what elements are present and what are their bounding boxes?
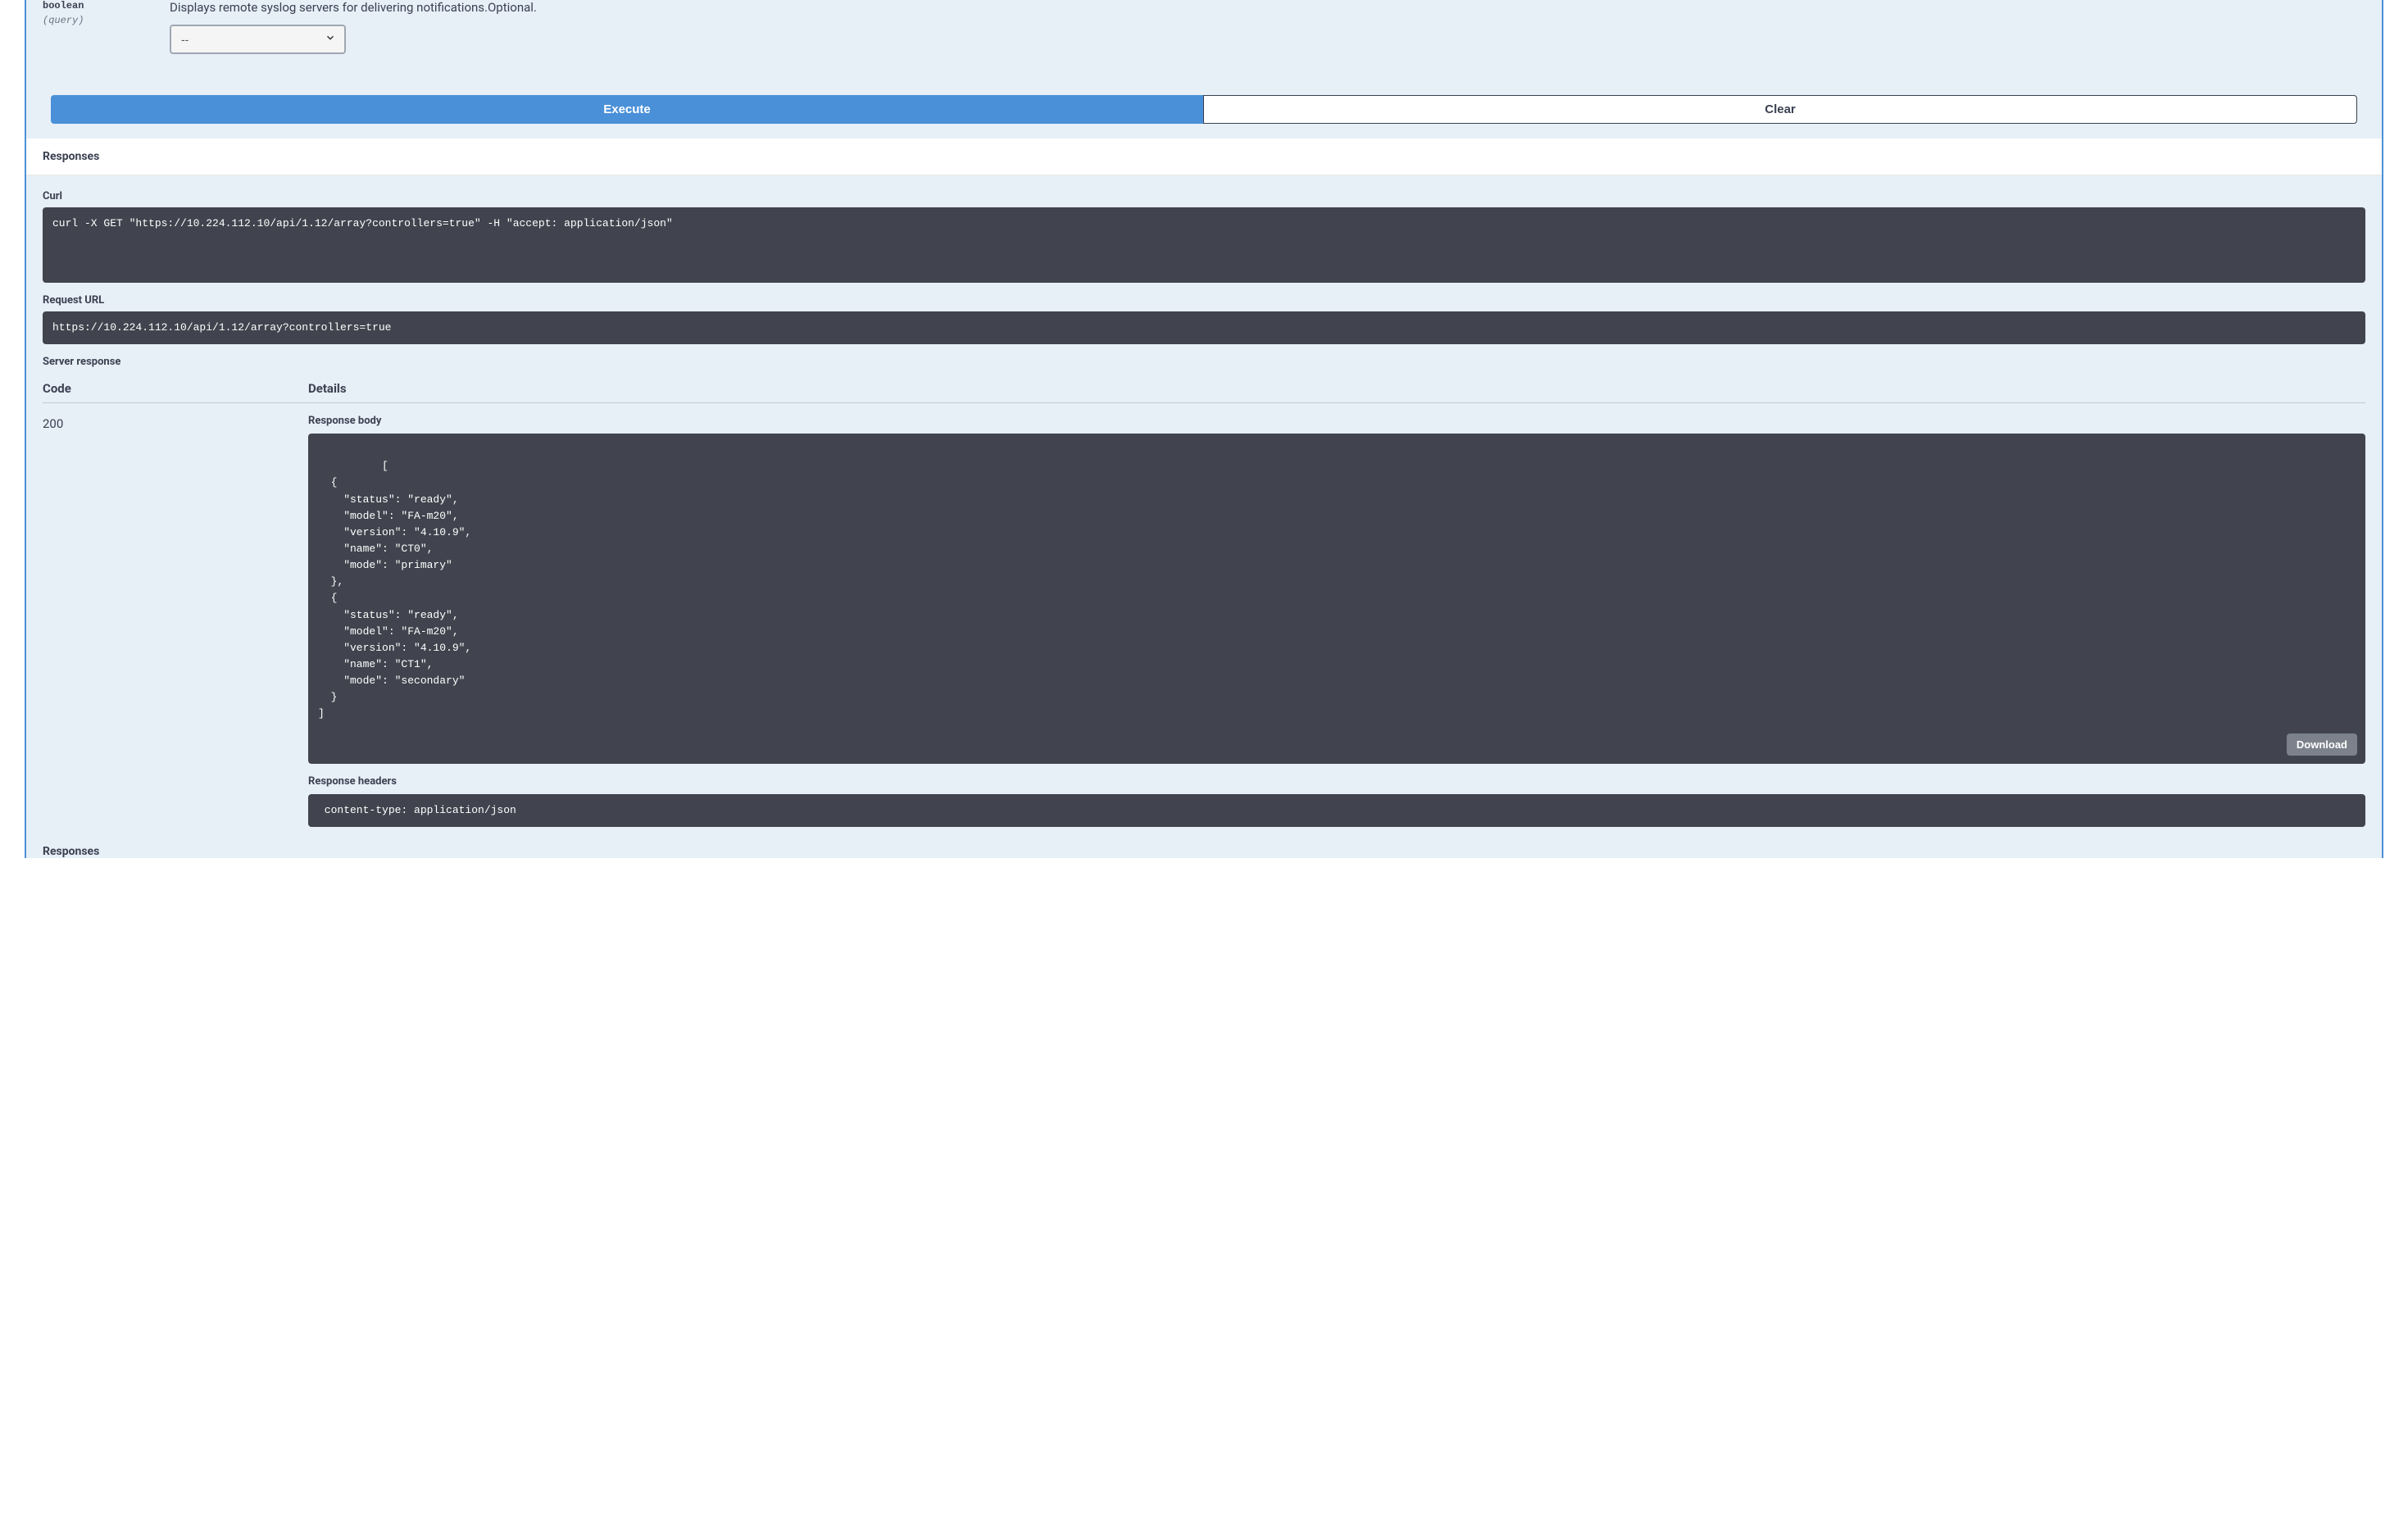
curl-block[interactable]: curl -X GET "https://10.224.112.10/api/1… [43, 207, 2365, 283]
responses-title: Responses [43, 150, 2365, 163]
response-row: 200 Response body [ { "status": "ready",… [43, 403, 2365, 827]
curl-label: Curl [43, 190, 2365, 202]
bottom-responses-label: Responses [26, 842, 2382, 858]
request-url-block[interactable]: https://10.224.112.10/api/1.12/array?con… [43, 311, 2365, 344]
response-columns-header: Code Details [43, 373, 2365, 403]
column-details: Details [308, 381, 2365, 396]
param-select[interactable]: -- [170, 25, 346, 54]
response-body-block[interactable]: [ { "status": "ready", "model": "FA-m20"… [308, 434, 2365, 764]
column-code: Code [43, 381, 308, 396]
param-in: (query) [43, 15, 120, 26]
param-type: boolean [43, 0, 120, 11]
parameter-row: boolean (query) Displays remote syslog s… [43, 0, 2365, 54]
clear-button[interactable]: Clear [1203, 95, 2357, 124]
response-headers-block[interactable]: content-type: application/json [308, 794, 2365, 827]
response-body-label: Response body [308, 415, 2365, 427]
responses-header: Responses [26, 139, 2382, 175]
response-code: 200 [43, 415, 308, 827]
request-url-label: Request URL [43, 294, 2365, 307]
response-headers-label: Response headers [308, 775, 2365, 788]
download-button[interactable]: Download [2287, 733, 2357, 756]
param-description: Displays remote syslog servers for deliv… [170, 0, 2365, 15]
execute-button[interactable]: Execute [51, 95, 1203, 124]
server-response-label: Server response [43, 356, 2365, 368]
